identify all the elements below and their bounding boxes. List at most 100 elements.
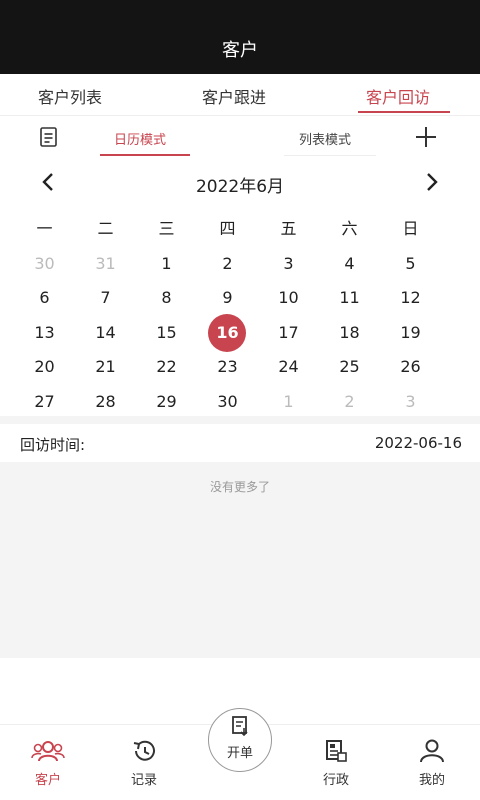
calendar-mode-tab[interactable]: 日历模式 bbox=[114, 129, 166, 148]
week-row: 27 28 29 30 1 2 3 bbox=[14, 385, 469, 420]
list-mode-tab[interactable]: 列表模式 bbox=[299, 129, 351, 148]
day-number: 26 bbox=[400, 357, 421, 377]
no-more-text: 没有更多了 bbox=[209, 480, 270, 494]
customers-icon bbox=[31, 741, 65, 767]
day-cell[interactable]: 11 bbox=[319, 281, 380, 315]
day-cell[interactable]: 19 bbox=[380, 316, 441, 350]
weekday-label: 日 bbox=[402, 219, 419, 239]
day-cell[interactable]: 1 bbox=[136, 247, 197, 281]
weekday-label: 二 bbox=[97, 219, 114, 239]
day-number: 19 bbox=[400, 322, 421, 342]
section-divider bbox=[0, 416, 480, 424]
nav-admin[interactable]: 行政 bbox=[306, 739, 366, 788]
visit-time-label: 回访时间: bbox=[20, 436, 86, 454]
day-cell[interactable]: 1 bbox=[258, 385, 319, 419]
day-cell[interactable]: 17 bbox=[258, 316, 319, 350]
open-order-button[interactable]: 开单 bbox=[208, 708, 272, 772]
top-bar: 客户 bbox=[0, 0, 480, 74]
day-cell[interactable]: 30 bbox=[14, 247, 75, 281]
day-cell[interactable]: 23 bbox=[197, 350, 258, 384]
day-number: 1 bbox=[283, 391, 294, 411]
day-cell[interactable]: 26 bbox=[380, 350, 441, 384]
result-list: 没有更多了 bbox=[0, 462, 480, 658]
calendar-mode-underline bbox=[100, 154, 190, 156]
day-cell[interactable]: 21 bbox=[75, 350, 136, 384]
day-number: 7 bbox=[100, 288, 111, 308]
day-cell[interactable]: 4 bbox=[319, 247, 380, 281]
day-cell[interactable]: 7 bbox=[75, 281, 136, 315]
day-cell[interactable]: 13 bbox=[14, 316, 75, 350]
day-number: 24 bbox=[278, 357, 299, 377]
weekday-row: 一二三四五六日 bbox=[14, 212, 469, 247]
day-number: 30 bbox=[34, 253, 55, 273]
day-cell[interactable]: 30 bbox=[197, 385, 258, 419]
open-order-label: 开单 bbox=[226, 746, 253, 761]
day-number: 6 bbox=[39, 288, 50, 308]
tab-customer-list[interactable]: 客户列表 bbox=[38, 84, 102, 108]
day-cell[interactable]: 12 bbox=[380, 281, 441, 315]
tab-bar: 客户列表 客户跟进 客户回访 bbox=[0, 74, 480, 116]
day-cell[interactable]: 5 bbox=[380, 247, 441, 281]
visit-time-row: 回访时间: 2022-06-16 bbox=[0, 424, 480, 462]
day-cell[interactable]: 22 bbox=[136, 350, 197, 384]
plus-icon[interactable] bbox=[414, 125, 438, 153]
day-number: 14 bbox=[95, 322, 116, 342]
list-mode-divider bbox=[284, 155, 376, 156]
chevron-right-icon[interactable] bbox=[424, 172, 440, 196]
day-cell[interactable]: 15 bbox=[136, 316, 197, 350]
day-number: 22 bbox=[156, 357, 177, 377]
user-icon bbox=[419, 739, 445, 767]
day-number: 2 bbox=[222, 253, 233, 273]
tab-customer-revisit[interactable]: 客户回访 bbox=[366, 84, 430, 108]
day-cell[interactable]: 2 bbox=[319, 385, 380, 419]
active-tab-underline bbox=[358, 111, 450, 113]
day-cell[interactable]: 8 bbox=[136, 281, 197, 315]
weekday-label: 三 bbox=[158, 219, 175, 239]
weekday-label: 四 bbox=[219, 219, 236, 239]
day-number: 10 bbox=[278, 288, 299, 308]
day-number: 23 bbox=[217, 357, 238, 377]
order-doc-icon bbox=[209, 716, 271, 740]
day-cell[interactable]: 24 bbox=[258, 350, 319, 384]
day-cell[interactable]: 3 bbox=[258, 247, 319, 281]
day-cell[interactable]: 25 bbox=[319, 350, 380, 384]
week-row: 30 31 1 2 3 4 5 bbox=[14, 247, 469, 282]
tab-customer-followup[interactable]: 客户跟进 bbox=[202, 84, 266, 108]
day-cell[interactable]: 2 bbox=[197, 247, 258, 281]
nav-mine[interactable]: 我的 bbox=[402, 739, 462, 788]
nav-mine-label: 我的 bbox=[418, 773, 445, 788]
day-cell[interactable]: 29 bbox=[136, 385, 197, 419]
mode-bar: 日历模式 列表模式 bbox=[0, 118, 480, 158]
day-number: 13 bbox=[34, 322, 55, 342]
day-number: 15 bbox=[156, 322, 177, 342]
day-number: 18 bbox=[339, 322, 360, 342]
day-cell[interactable]: 31 bbox=[75, 247, 136, 281]
day-cell[interactable]: 6 bbox=[14, 281, 75, 315]
day-cell[interactable]: 28 bbox=[75, 385, 136, 419]
day-cell[interactable]: 27 bbox=[14, 385, 75, 419]
day-number: 5 bbox=[405, 253, 416, 273]
day-number: 27 bbox=[34, 391, 55, 411]
day-number: 3 bbox=[283, 253, 294, 273]
day-number: 1 bbox=[161, 253, 172, 273]
nav-records[interactable]: 记录 bbox=[114, 739, 174, 788]
day-cell[interactable]: 10 bbox=[258, 281, 319, 315]
day-number: 17 bbox=[278, 322, 299, 342]
day-cell[interactable]: 14 bbox=[75, 316, 136, 350]
day-number: 4 bbox=[344, 253, 355, 273]
page-title: 客户 bbox=[222, 40, 258, 61]
day-cell[interactable]: 3 bbox=[380, 385, 441, 419]
day-cell[interactable]: 20 bbox=[14, 350, 75, 384]
weekday-label: 五 bbox=[280, 219, 297, 239]
day-number: 21 bbox=[95, 357, 116, 377]
selected-day-cell[interactable]: 16 bbox=[197, 313, 258, 352]
day-number: 12 bbox=[400, 288, 421, 308]
day-number: 30 bbox=[217, 391, 238, 411]
day-cell[interactable]: 18 bbox=[319, 316, 380, 350]
day-number: 2 bbox=[344, 391, 355, 411]
day-number: 11 bbox=[339, 288, 360, 308]
doc-icon[interactable] bbox=[38, 126, 60, 152]
nav-customer[interactable]: 客户 bbox=[18, 739, 78, 788]
weekday-label: 六 bbox=[341, 219, 358, 239]
day-cell[interactable]: 9 bbox=[197, 281, 258, 315]
